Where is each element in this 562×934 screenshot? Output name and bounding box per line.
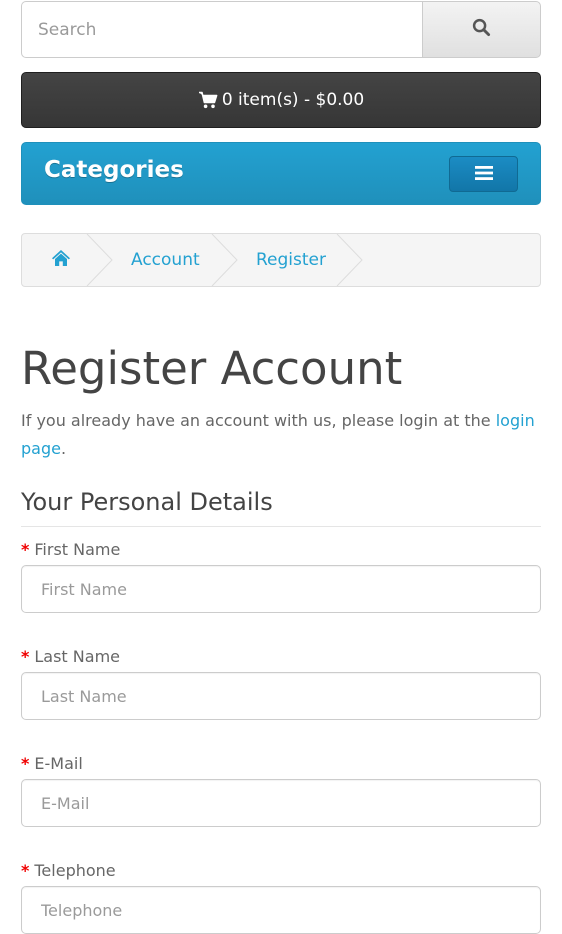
breadcrumb-label: Account [131,250,200,270]
required-marker: * [21,754,30,773]
breadcrumb-label: Register [256,250,326,270]
first-name-label: * First Name [21,539,120,561]
search-input[interactable] [21,1,422,58]
telephone-label: * Telephone [21,860,116,882]
cart-button[interactable]: 0 item(s) - $0.00 [21,72,541,128]
last-name-field[interactable] [21,672,541,720]
page-title: Register Account [21,342,403,395]
search-bar [21,1,541,58]
breadcrumb-home[interactable] [51,234,71,286]
breadcrumb-item-account[interactable]: Account [131,234,200,286]
shopping-cart-icon [198,91,218,109]
search-button[interactable] [422,1,541,58]
breadcrumb-separator [336,234,363,286]
breadcrumb-separator [211,234,238,286]
menu-toggle-button[interactable] [449,156,518,192]
cart-label: 0 item(s) - $0.00 [221,90,365,110]
intro-text-body: If you already have an account with us, … [21,411,496,430]
email-label: * E-Mail [21,753,83,775]
first-name-field[interactable] [21,565,541,613]
breadcrumb: Account Register [21,233,541,287]
required-marker: * [21,647,30,666]
telephone-label-text: Telephone [34,861,116,880]
categories-title: Categories [44,157,184,183]
breadcrumb-item-register[interactable]: Register [256,234,326,286]
hamburger-icon [474,165,493,184]
categories-menu: Categories [21,142,541,205]
email-field[interactable] [21,779,541,827]
required-marker: * [21,540,30,559]
first-name-label-text: First Name [34,540,121,559]
section-divider [21,526,541,527]
required-marker: * [21,861,30,880]
email-label-text: E-Mail [34,754,83,773]
breadcrumb-separator [86,234,113,286]
intro-text-end: . [60,439,67,458]
home-icon [51,249,71,272]
last-name-label: * Last Name [21,646,120,668]
last-name-label-text: Last Name [34,647,120,666]
search-icon [472,18,491,41]
intro-text: If you already have an account with us, … [21,407,541,463]
telephone-field[interactable] [21,886,541,934]
section-title: Your Personal Details [21,488,273,516]
